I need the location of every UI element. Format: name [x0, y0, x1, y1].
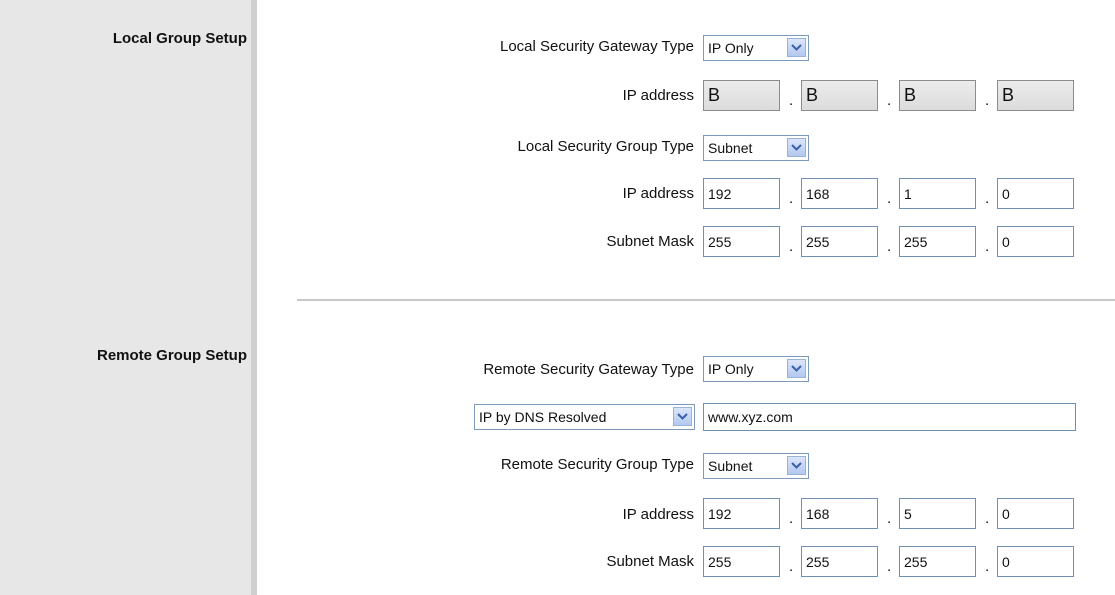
- remote-ip-octet-3[interactable]: 5: [899, 498, 976, 529]
- ip-separator: .: [789, 92, 794, 109]
- chevron-down-icon: [787, 359, 806, 378]
- local-gateway-ip-octet-2[interactable]: B: [801, 80, 878, 111]
- ip-separator: .: [985, 92, 990, 109]
- remote-dns-mode-select[interactable]: IP by DNS Resolved: [474, 404, 695, 430]
- remote-mask-octet-1[interactable]: 255: [703, 546, 780, 577]
- remote-group-setup-title: Remote Group Setup: [96, 347, 247, 364]
- remote-group-type-select[interactable]: Subnet: [703, 453, 809, 479]
- remote-dns-name-input[interactable]: www.xyz.com: [703, 403, 1076, 431]
- ip-separator: .: [985, 190, 990, 207]
- ip-separator: .: [789, 238, 794, 255]
- sidebar: [0, 0, 257, 595]
- local-group-type-label: Local Security Group Type: [517, 138, 694, 155]
- local-mask-octet-2[interactable]: 255: [801, 226, 878, 257]
- chevron-down-icon: [787, 38, 806, 57]
- ip-separator: .: [887, 558, 892, 575]
- remote-ip-octet-2[interactable]: 168: [801, 498, 878, 529]
- ip-separator: .: [887, 510, 892, 527]
- ip-separator: .: [789, 510, 794, 527]
- ip-separator: .: [985, 238, 990, 255]
- remote-mask-octet-2[interactable]: 255: [801, 546, 878, 577]
- ip-separator: .: [887, 238, 892, 255]
- ip-separator: .: [985, 558, 990, 575]
- remote-ip-octet-1[interactable]: 192: [703, 498, 780, 529]
- section-divider: [297, 299, 1115, 301]
- local-ip-octet-2[interactable]: 168: [801, 178, 878, 209]
- remote-mask-octet-4[interactable]: 0: [997, 546, 1074, 577]
- remote-ip-label: IP address: [622, 506, 694, 523]
- local-gateway-type-select[interactable]: IP Only: [703, 35, 809, 61]
- ip-separator: .: [985, 510, 990, 527]
- ip-separator: .: [789, 558, 794, 575]
- remote-group-type-label: Remote Security Group Type: [500, 456, 694, 473]
- remote-dns-mode-value: IP by DNS Resolved: [479, 409, 607, 425]
- remote-gateway-type-select[interactable]: IP Only: [703, 356, 809, 382]
- local-ip-octet-4[interactable]: 0: [997, 178, 1074, 209]
- local-mask-octet-1[interactable]: 255: [703, 226, 780, 257]
- local-gateway-ip-octet-1[interactable]: B: [703, 80, 780, 111]
- remote-gateway-type-label: Remote Security Gateway Type: [483, 361, 694, 378]
- local-ip-octet-3[interactable]: 1: [899, 178, 976, 209]
- local-gateway-ip-octet-4[interactable]: B: [997, 80, 1074, 111]
- local-mask-octet-3[interactable]: 255: [899, 226, 976, 257]
- ip-separator: .: [887, 190, 892, 207]
- local-mask-octet-4[interactable]: 0: [997, 226, 1074, 257]
- local-gateway-ip-label: IP address: [622, 87, 694, 104]
- remote-ip-octet-4[interactable]: 0: [997, 498, 1074, 529]
- chevron-down-icon: [787, 456, 806, 475]
- local-gateway-type-value: IP Only: [708, 40, 754, 56]
- local-mask-label: Subnet Mask: [606, 233, 694, 250]
- local-group-type-value: Subnet: [708, 140, 753, 156]
- local-group-setup-title: Local Group Setup: [112, 30, 247, 47]
- local-ip-octet-1[interactable]: 192: [703, 178, 780, 209]
- local-gateway-type-label: Local Security Gateway Type: [500, 38, 694, 55]
- local-group-type-select[interactable]: Subnet: [703, 135, 809, 161]
- local-gateway-ip-octet-3[interactable]: B: [899, 80, 976, 111]
- chevron-down-icon: [673, 407, 692, 426]
- remote-mask-label: Subnet Mask: [606, 553, 694, 570]
- ip-separator: .: [789, 190, 794, 207]
- remote-mask-octet-3[interactable]: 255: [899, 546, 976, 577]
- remote-gateway-type-value: IP Only: [708, 361, 754, 377]
- ip-separator: .: [887, 92, 892, 109]
- chevron-down-icon: [787, 138, 806, 157]
- remote-group-type-value: Subnet: [708, 458, 753, 474]
- local-ip-label: IP address: [622, 185, 694, 202]
